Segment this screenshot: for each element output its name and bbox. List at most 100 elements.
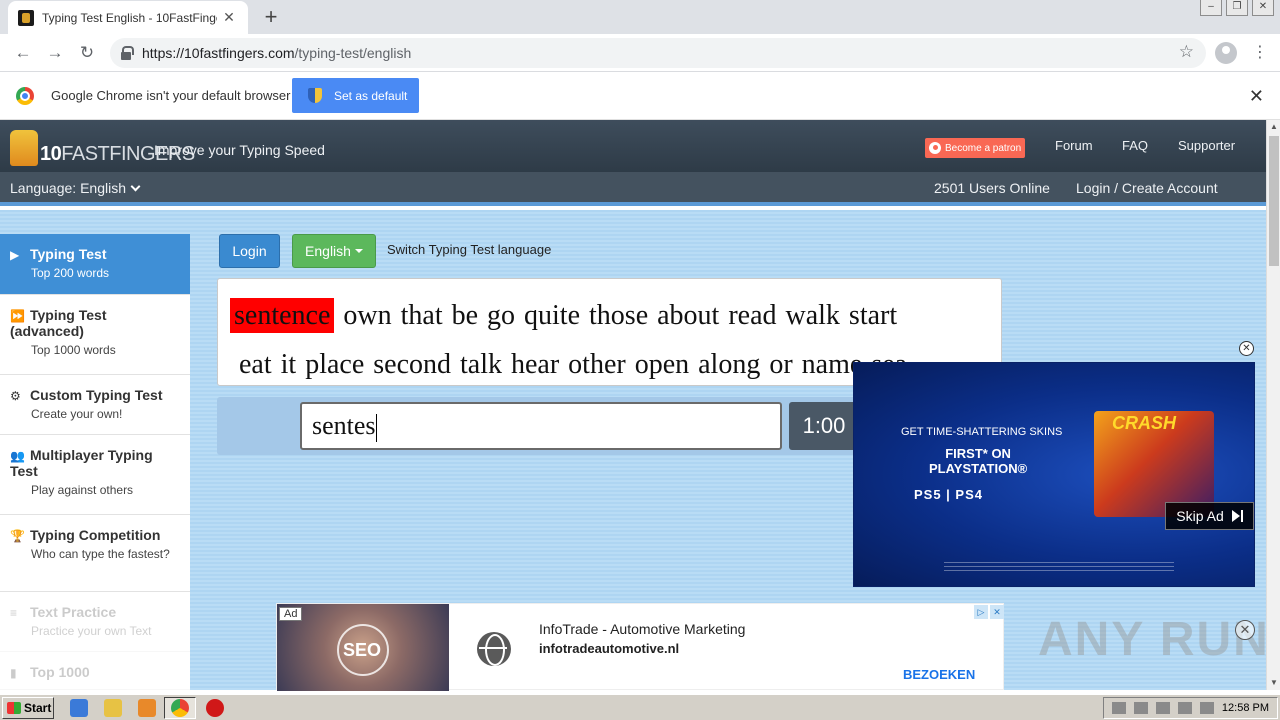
banner-cta-button[interactable]: BEZOEKEN [903,667,975,682]
sidebar-item-typing-competition[interactable]: 🏆 Typing Competition Who can type the fas… [0,515,190,592]
countdown-timer: 1:00 [789,402,859,450]
caret-down-icon [354,249,363,253]
window-controls: – ❐ ✕ [1200,0,1274,16]
browser-toolbar: ← → ↻ https://10fastfingers.com/typing-t… [0,34,1280,72]
video-ad-headline: GET TIME-SHATTERING SKINS [901,426,1063,438]
nav-faq[interactable]: FAQ [1122,138,1148,153]
english-language-button[interactable]: English [292,234,376,268]
patron-label: Become a patron [945,142,1022,154]
word-line-1: own that be go quite those about read wa… [343,300,898,331]
tab-title: Typing Test English - 10FastFingers. [42,10,217,25]
language-selector[interactable]: Language: English [10,180,141,196]
minimize-button[interactable]: – [1200,0,1222,16]
skip-ad-label: Skip Ad [1176,508,1224,524]
chrome-menu-icon[interactable]: ⋮ [1252,42,1268,64]
folder-icon[interactable] [104,699,122,717]
sidebar-item-title: Top 1000 [30,664,90,680]
sidebar-item-multiplayer[interactable]: 👥 Multiplayer Typing Test Play against ot… [0,435,190,515]
typing-input[interactable]: sentes [300,402,782,450]
scroll-up-icon[interactable]: ▲ [1270,122,1278,131]
users-online: 2501 Users Online [934,180,1050,196]
video-ad[interactable]: GET TIME-SHATTERING SKINS FIRST* ON PLAYS… [853,362,1255,587]
start-label: Start [24,701,52,715]
sidebar: ▶ Typing Test Top 200 words ⏩ Typing Test … [0,234,190,690]
ie-icon[interactable] [70,699,88,717]
network-icon[interactable] [1155,702,1170,714]
close-window-button[interactable]: ✕ [1252,0,1274,16]
set-as-default-button[interactable]: Set as default [292,78,419,113]
taskbar-chrome-button[interactable] [164,697,196,719]
url-host: https://10fastfingers.com [142,45,295,61]
sidebar-item-title: Custom Typing Test [30,387,163,403]
volume-icon[interactable] [1133,702,1148,714]
tab-close-icon[interactable]: ✕ [220,9,238,26]
skip-ad-button[interactable]: Skip Ad [1165,502,1254,530]
globe-icon [477,632,511,666]
restore-button[interactable]: ❐ [1226,0,1248,16]
banner-url: infotradeautomotive.nl [539,641,680,656]
login-button[interactable]: Login [219,234,280,268]
banner-image-text: SEO [343,640,382,660]
adchoices-icon[interactable]: ▷ ✕ [974,605,1004,619]
sidebar-item-top-1000[interactable]: ▮ Top 1000 [0,652,190,690]
site-tagline: Improve your Typing Speed [154,142,325,158]
windows-taskbar: Start 12:58 PM [0,694,1280,720]
banner-title: InfoTrade - Automotive Marketing [539,621,746,637]
tray-arrow-icon[interactable] [1111,702,1126,714]
ad-label: Ad [279,607,303,621]
site-subheader: Language: English 2501 Users Online Logi… [0,172,1266,206]
page-scrollbar[interactable]: ▲ ▼ [1266,120,1280,690]
browser-tab[interactable]: Typing Test English - 10FastFingers. ✕ [8,1,248,34]
video-ad-subheadline: FIRST* ON PLAYSTATION® [929,446,1027,476]
text-icon: ≡ [10,606,18,620]
bookmark-star-icon[interactable]: ☆ [1179,42,1194,62]
chevron-down-icon [130,181,141,192]
login-create-account-link[interactable]: Login / Create Account [1076,180,1218,196]
media-player-icon[interactable] [138,699,156,717]
sidebar-item-subtitle: Practice your own Text [31,624,152,638]
language-label: Language: English [10,180,126,196]
game-logo: CRASH [1112,413,1177,433]
video-ad-close-icon[interactable]: ✕ [1239,341,1254,356]
sidebar-item-custom-typing-test[interactable]: ⚙ Custom Typing Test Create your own! [0,375,190,435]
site-header: 10 FASTFINGERS Improve your Typing Speed… [0,120,1266,172]
chart-icon: ▮ [10,666,17,680]
back-arrow-icon[interactable]: ← [12,42,34,64]
nav-supporter[interactable]: Supporter [1178,138,1235,153]
forward-arrow-icon[interactable]: → [44,42,66,64]
sidebar-item-typing-test[interactable]: ▶ Typing Test Top 200 words [0,234,190,295]
tab-strip: Typing Test English - 10FastFingers. ✕ +… [0,0,1280,34]
sidebar-item-text-practice[interactable]: ≡ Text Practice Practice your own Text [0,592,190,652]
become-patron-button[interactable]: Become a patron [925,138,1025,158]
start-button[interactable]: Start [2,697,54,719]
patreon-icon [929,142,941,154]
new-tab-button[interactable]: + [258,4,284,30]
sidebar-item-subtitle: Play against others [31,483,134,497]
address-bar[interactable]: https://10fastfingers.com/typing-test/en… [110,38,1206,68]
flag-icon[interactable] [1177,702,1192,714]
typing-input-value: sentes [312,411,376,440]
sidebar-item-subtitle: Top 1000 words [31,343,116,357]
banner-ad[interactable]: SEO Ad InfoTrade - Automotive Marketing … [276,603,1004,691]
sidebar-item-title: Text Practice [30,604,117,620]
anyrun-watermark: ANY RUN [1038,613,1270,666]
scroll-down-icon[interactable]: ▼ [1270,678,1278,687]
infobar-close-icon[interactable]: ✕ [1249,86,1264,107]
sidebar-item-title: Typing Competition [30,527,161,543]
windows-logo-icon [7,702,21,714]
banner-close-icon[interactable]: ✕ [1235,620,1255,640]
sidebar-item-typing-test-advanced[interactable]: ⏩ Typing Test (advanced) Top 1000 words [0,295,190,375]
reload-icon[interactable]: ↻ [76,42,98,64]
profile-avatar-icon[interactable] [1215,42,1237,64]
security-icon[interactable] [1199,702,1214,714]
skip-bar-icon [1240,510,1243,522]
scroll-thumb[interactable] [1269,136,1279,266]
video-ad-playstation: PLAYSTATION® [929,461,1028,476]
opera-icon[interactable] [206,699,224,717]
switch-language-text: Switch Typing Test language [387,242,552,257]
uac-shield-icon [308,88,322,103]
logo-number: 10 [40,143,62,165]
nav-forum[interactable]: Forum [1055,138,1093,153]
default-browser-infobar: Google Chrome isn't your default browser… [0,72,1280,120]
banner-image: SEO Ad [277,604,449,691]
